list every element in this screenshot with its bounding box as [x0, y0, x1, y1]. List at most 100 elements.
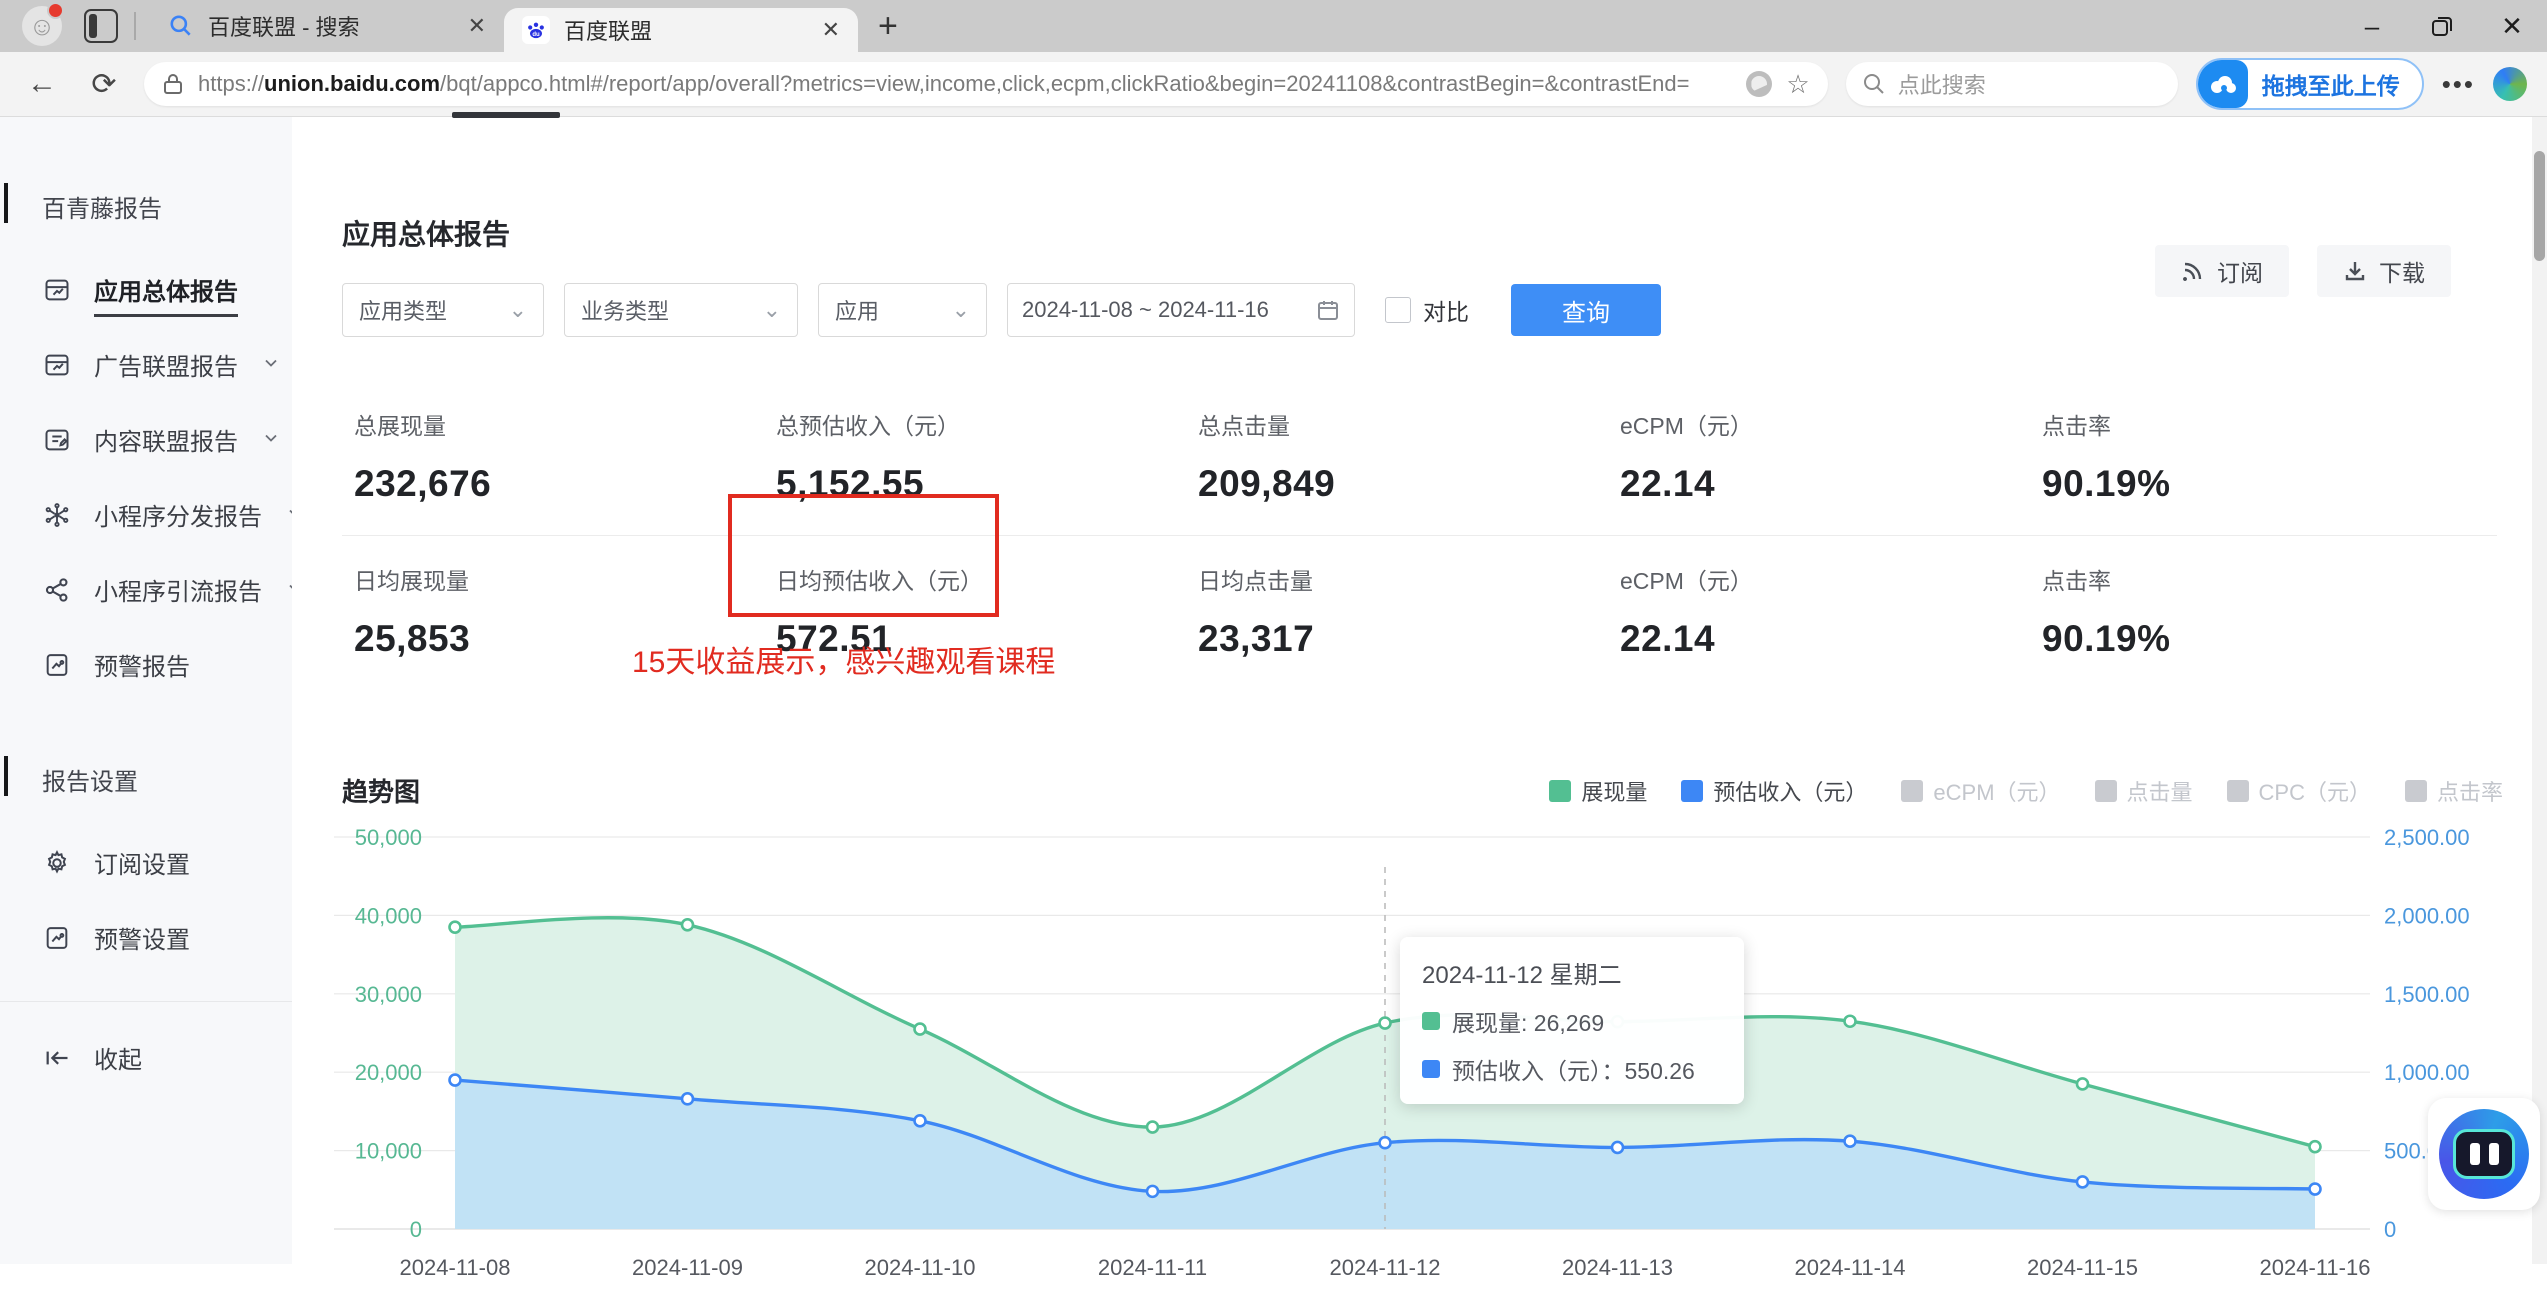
sidebar-item-预警报告[interactable]: 预警报告 [0, 627, 292, 702]
point-预估收入（元）[interactable] [913, 1114, 927, 1128]
sidebar-item-label: 广告联盟报告 [94, 354, 238, 381]
point-展现量[interactable] [1378, 1016, 1392, 1030]
point-展现量[interactable] [680, 918, 695, 932]
stat-value: 90.19% [2042, 463, 2171, 504]
quick-search-box[interactable]: 点此搜索 [1845, 62, 2178, 106]
y-left-tick: 30,000 [355, 982, 422, 1007]
sidebar-item-应用总体报告[interactable]: 应用总体报告 [0, 252, 292, 327]
stat-日均点击量: 日均点击量 23,317 [1198, 536, 1620, 660]
tab-strip: ☺ 百度联盟 - 搜索 ✕ du 百度联盟 ✕ + – ✕ [0, 0, 2547, 52]
more-menu-icon[interactable]: ••• [2442, 69, 2475, 100]
window-controls: – ✕ [2337, 0, 2547, 52]
minimize-button[interactable]: – [2337, 0, 2407, 52]
favorite-star-icon[interactable]: ☆ [1786, 69, 1809, 100]
point-展现量[interactable] [913, 1022, 927, 1036]
download-button[interactable]: 下载 [2317, 245, 2451, 297]
compare-checkbox[interactable] [1385, 297, 1411, 323]
legend-item-eCPM（元）[interactable]: eCPM（元） [1901, 775, 2061, 807]
date-range-input[interactable]: 2024-11-08 ~ 2024-11-16 [1007, 283, 1355, 337]
sidebar-item-label: 内容联盟报告 [94, 429, 238, 456]
point-预估收入（元）[interactable] [680, 1092, 695, 1106]
stats-row-1: 总展现量 232,676 总预估收入（元） 5,152.55 总点击量 209,849 eC… [354, 381, 2547, 505]
y-left-tick: 20,000 [355, 1060, 422, 1085]
app-type-select[interactable]: 应用类型 ⌄ [342, 283, 544, 337]
tab-close-icon[interactable]: ✕ [468, 13, 486, 39]
chart-tooltip: 2024-11-12 星期二 展现量: 26,269 预估收入（元）：550.26 [1400, 937, 1744, 1104]
sidebar-section-header: 报告设置 [0, 748, 292, 811]
app-select[interactable]: 应用 ⌄ [818, 283, 987, 337]
stat-label: 日均预估收入（元） [776, 568, 983, 594]
page-scrollbar[interactable] [2532, 117, 2547, 1264]
point-预估收入（元）[interactable] [1145, 1184, 1160, 1199]
y-right-tick: 2,000.00 [2384, 903, 2470, 928]
profile-avatar[interactable]: ☺ [22, 2, 64, 46]
new-tab-button[interactable]: + [878, 7, 898, 46]
legend-item-预估收入（元）[interactable]: 预估收入（元） [1681, 775, 1867, 807]
download-label: 下载 [2379, 260, 2425, 286]
x-tick: 2024-11-13 [1562, 1255, 1673, 1280]
restore-button[interactable] [2407, 0, 2477, 52]
point-展现量[interactable] [1843, 1014, 1857, 1029]
report-actions: 订阅 下载 [2155, 245, 2451, 297]
sidebar-item-小程序引流报告[interactable]: 小程序引流报告 [0, 552, 301, 627]
page-content: 百青藤报告 应用总体报告 广告联盟报告 内容联盟报告 小程序分发报告 小程序引流… [0, 117, 2547, 1280]
query-button[interactable]: 查询 [1511, 284, 1661, 336]
date-range-value: 2024-11-08 ~ 2024-11-16 [1022, 297, 1269, 322]
browser-tab-1[interactable]: 百度联盟 - 搜索 ✕ [150, 0, 504, 52]
legend-item-展现量[interactable]: 展现量 [1549, 775, 1647, 807]
refresh-icon[interactable]: ⟳ [82, 67, 126, 102]
netdisk-upload-button[interactable]: 拖拽至此上传 [2195, 58, 2424, 110]
sidebar-item-预警设置[interactable]: 预警设置 [0, 900, 292, 975]
address-bar[interactable]: https://union.baidu.com/bqt/appco.html#/… [144, 62, 1828, 106]
scrollbar-thumb[interactable] [2534, 151, 2545, 261]
x-tick: 2024-11-09 [632, 1255, 743, 1280]
legend-item-点击率[interactable]: 点击率 [2404, 775, 2503, 807]
point-预估收入（元）[interactable] [1843, 1134, 1857, 1148]
point-预估收入（元）[interactable] [2075, 1175, 2090, 1189]
tab-close-icon[interactable]: ✕ [822, 17, 840, 43]
browser-logo-icon[interactable] [1746, 71, 1773, 97]
sidebar-item-内容联盟报告[interactable]: 内容联盟报告 [0, 402, 292, 477]
legend-item-点击量[interactable]: 点击量 [2094, 775, 2193, 807]
point-预估收入（元）[interactable] [1610, 1140, 1625, 1155]
point-预估收入（元）[interactable] [1378, 1135, 1392, 1150]
search-favicon [168, 13, 194, 39]
sidebar-item-订阅设置[interactable]: 订阅设置 [0, 825, 292, 900]
browser-toolbar: ← ⟳ https://union.baidu.com/bqt/appco.ht… [0, 52, 2547, 117]
workspaces-icon[interactable] [84, 9, 118, 43]
point-展现量[interactable] [448, 920, 462, 934]
legend-item-CPC（元）[interactable]: CPC（元） [2226, 775, 2371, 807]
point-展现量[interactable] [1145, 1120, 1160, 1134]
url-text[interactable]: https://union.baidu.com/bqt/appco.html#/… [198, 71, 1732, 97]
section-header-label: 报告设置 [42, 769, 138, 796]
legend-label: CPC（元） [2258, 779, 2371, 805]
point-预估收入（元）[interactable] [2308, 1182, 2322, 1196]
subscribe-button[interactable]: 订阅 [2155, 245, 2289, 297]
stat-label: eCPM（元） [1620, 413, 1753, 439]
back-icon[interactable]: ← [20, 67, 64, 101]
point-展现量[interactable] [2075, 1077, 2090, 1091]
url-scheme: https:// [198, 71, 265, 96]
x-tick: 2024-11-16 [2260, 1255, 2371, 1280]
point-预估收入（元）[interactable] [448, 1073, 462, 1087]
share-icon [42, 575, 72, 605]
browser-tab-2[interactable]: du 百度联盟 ✕ [504, 8, 858, 52]
stat-eCPM（元）: eCPM（元） 22.14 [1620, 536, 2042, 660]
sidebar-item-广告联盟报告[interactable]: 广告联盟报告 [0, 327, 292, 402]
stat-总点击量: 总点击量 209,849 [1198, 381, 1620, 505]
chevron-down-icon [262, 351, 280, 379]
point-展现量[interactable] [2308, 1139, 2322, 1154]
y-right-tick: 2,500.00 [2384, 825, 2470, 850]
sidebar-collapse-button[interactable]: 收起 [0, 1020, 292, 1095]
close-button[interactable]: ✕ [2477, 0, 2547, 52]
x-tick: 2024-11-15 [2027, 1255, 2138, 1280]
summary-stats: 总展现量 232,676 总预估收入（元） 5,152.55 总点击量 209,849 eC… [292, 381, 2547, 660]
loading-bar [452, 112, 560, 118]
screen-recorder-widget[interactable] [2428, 1098, 2540, 1210]
restore-icon [2432, 17, 2452, 36]
tooltip-row: 预估收入（元）：550.26 [1422, 1052, 1722, 1086]
sidebar-item-小程序分发报告[interactable]: 小程序分发报告 [0, 477, 301, 552]
upload-label: 拖拽至此上传 [2261, 73, 2400, 99]
copilot-icon[interactable] [2493, 67, 2527, 101]
biz-type-select[interactable]: 业务类型 ⌄ [564, 283, 798, 337]
